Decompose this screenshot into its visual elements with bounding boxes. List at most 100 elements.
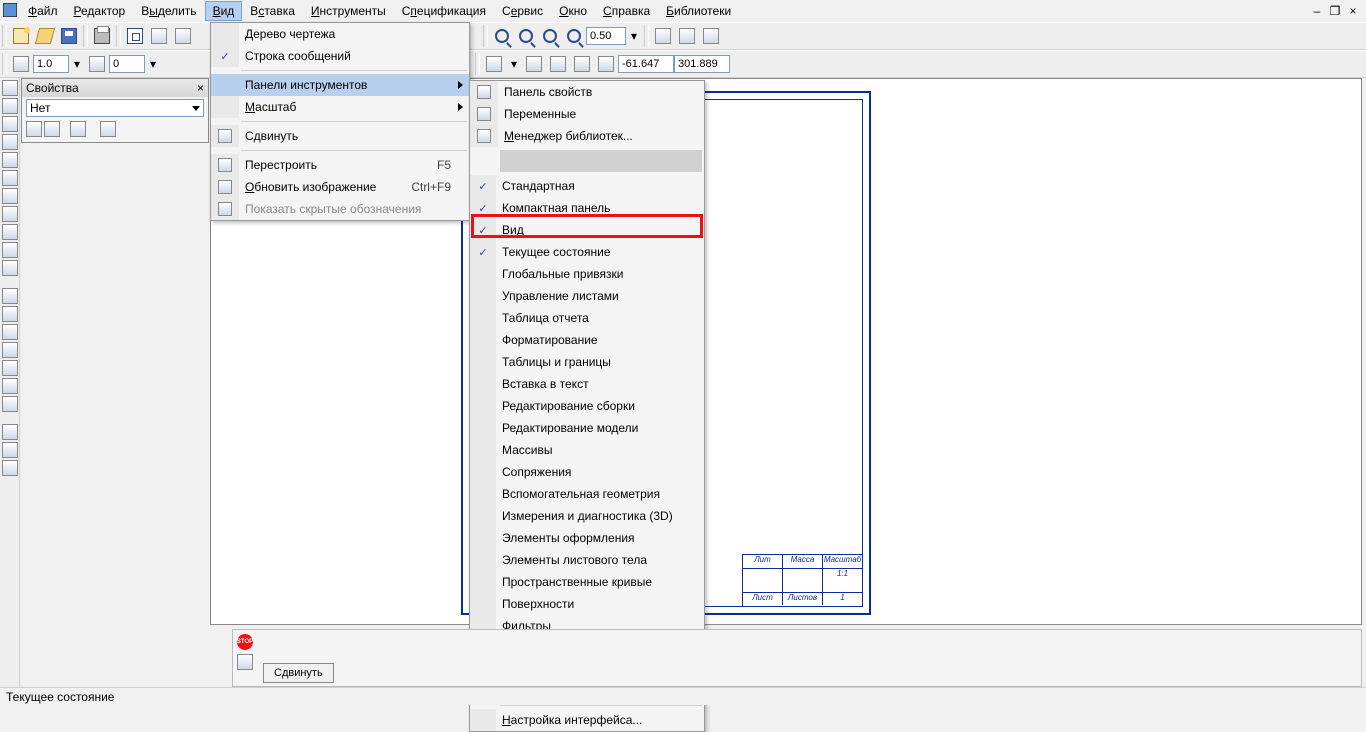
panelitem-таблица-отчета[interactable]: Таблица отчета — [470, 307, 704, 329]
zoom-in-button[interactable] — [515, 25, 537, 47]
vtool-param-icon[interactable] — [2, 170, 18, 186]
panelitem-форматирование[interactable]: Форматирование — [470, 329, 704, 351]
panelitem-глобальные-привязки[interactable]: Глобальные привязки — [470, 263, 704, 285]
zoom-input[interactable] — [586, 27, 626, 45]
panelitem-переменные[interactable]: Переменные — [470, 103, 704, 125]
close-button[interactable]: × — [1346, 4, 1360, 18]
vtool-assoc-icon[interactable] — [2, 306, 18, 322]
menuitem-масштаб[interactable]: Масштаб — [211, 96, 469, 118]
open-button[interactable] — [34, 25, 56, 47]
snap-ortho-button[interactable] — [523, 53, 545, 75]
zoom-dropdown[interactable]: ▾ — [627, 25, 641, 47]
print-button[interactable] — [91, 25, 113, 47]
move-button[interactable]: Сдвинуть — [263, 663, 334, 683]
menu-вид[interactable]: Вид — [205, 1, 243, 21]
vtool-views-icon[interactable] — [2, 288, 18, 304]
vtool-h-icon[interactable] — [2, 460, 18, 476]
prop-tool-1-icon[interactable] — [26, 121, 42, 137]
grid-button[interactable] — [10, 53, 32, 75]
tool-generic-2[interactable] — [172, 25, 194, 47]
panelitem-измерения-и-диагностика-3d-[interactable]: Измерения и диагностика (3D) — [470, 505, 704, 527]
prop-tool-3-icon[interactable] — [70, 121, 86, 137]
snap-round-button[interactable] — [547, 53, 569, 75]
prop-tool-2-icon[interactable] — [44, 121, 60, 137]
panelitem-панель-свойств[interactable]: Панель свойств — [470, 81, 704, 103]
stop-icon[interactable]: STOP — [237, 634, 253, 650]
step-dropdown[interactable]: ▾ — [146, 53, 160, 75]
step-input[interactable] — [109, 55, 145, 73]
panelitem-сопряжения[interactable]: Сопряжения — [470, 461, 704, 483]
menuitem-сдвинуть[interactable]: Сдвинуть — [211, 125, 469, 147]
menu-спецификация[interactable]: Спецификация — [394, 1, 494, 21]
vtool-desig-icon[interactable] — [2, 116, 18, 132]
panelitem-вставка-в-текст[interactable]: Вставка в текст — [470, 373, 704, 395]
scale-dropdown[interactable]: ▾ — [70, 53, 84, 75]
vtool-reports-icon[interactable] — [2, 242, 18, 258]
panelitem-компактная-панель[interactable]: Компактная панель — [470, 197, 704, 219]
panelitem-стандартная[interactable]: Стандартная — [470, 175, 704, 197]
properties-combo[interactable]: Нет — [26, 99, 204, 117]
snap-grid-dropdown[interactable]: ▾ — [507, 53, 521, 75]
panelitem-менеджер-библиотек-[interactable]: Менеджер библиотек... — [470, 125, 704, 147]
new-button[interactable] — [10, 25, 32, 47]
restore-button[interactable]: ❐ — [1328, 4, 1342, 18]
menu-вставка[interactable]: Вставка — [242, 1, 303, 21]
rebuild-button[interactable] — [676, 25, 698, 47]
vtool-dim-icon[interactable] — [2, 98, 18, 114]
menuitem-панели-инструментов[interactable]: Панели инструментов — [211, 74, 469, 96]
panelitem-редактирование-модели[interactable]: Редактирование модели — [470, 417, 704, 439]
vtool-f-icon[interactable] — [2, 424, 18, 440]
coord-xy-button[interactable] — [595, 53, 617, 75]
vtool-insert-icon[interactable] — [2, 260, 18, 276]
vtool-e-icon[interactable] — [2, 396, 18, 412]
menuitem-перестроить[interactable]: ПерестроитьF5 — [211, 154, 469, 176]
panelitem-редактирование-сборки[interactable]: Редактирование сборки — [470, 395, 704, 417]
menu-библиотеки[interactable]: Библиотеки — [658, 1, 739, 21]
zoom-window-button[interactable] — [491, 25, 513, 47]
properties-close-button[interactable]: × — [193, 81, 208, 95]
panelitem-вспомогательная-геометрия[interactable]: Вспомогательная геометрия — [470, 483, 704, 505]
vtool-spec-icon[interactable] — [2, 224, 18, 240]
snap-grid-button[interactable] — [483, 53, 505, 75]
menu-справка[interactable]: Справка — [595, 1, 658, 21]
vtool-text-icon[interactable] — [2, 134, 18, 150]
refresh-button[interactable] — [700, 25, 722, 47]
panelitem-массивы[interactable]: Массивы — [470, 439, 704, 461]
coord-x[interactable] — [618, 55, 674, 73]
vtool-g-icon[interactable] — [2, 442, 18, 458]
vtool-select-icon[interactable] — [2, 206, 18, 222]
panelitem-пространственные-кривые[interactable]: Пространственные кривые — [470, 571, 704, 593]
panelitem-вид[interactable]: Вид — [470, 219, 704, 241]
zoom-out-button[interactable] — [539, 25, 561, 47]
snap-local-button[interactable] — [571, 53, 593, 75]
zoom-fit-button[interactable] — [563, 25, 585, 47]
pan-button[interactable] — [652, 25, 674, 47]
menu-файл[interactable]: Файл — [20, 1, 66, 21]
layer-button[interactable] — [86, 53, 108, 75]
vtool-d-icon[interactable] — [2, 378, 18, 394]
menu-окно[interactable]: Окно — [551, 1, 595, 21]
panelitem-элементы-оформления[interactable]: Элементы оформления — [470, 527, 704, 549]
coord-y[interactable] — [674, 55, 730, 73]
preview-button[interactable] — [124, 25, 146, 47]
tool-generic-1[interactable] — [148, 25, 170, 47]
menu-выделить[interactable]: Выделить — [133, 1, 204, 21]
panelitem-управление-листами[interactable]: Управление листами — [470, 285, 704, 307]
menuitem-обновить-изображение[interactable]: Обновить изображениеCtrl+F9 — [211, 176, 469, 198]
menu-сервис[interactable]: Сервис — [494, 1, 551, 21]
vtool-a-icon[interactable] — [2, 324, 18, 340]
panelitem-таблицы-и-границы[interactable]: Таблицы и границы — [470, 351, 704, 373]
panelitem-настройка-интерфейса-[interactable]: Настройка интерфейса... — [470, 709, 704, 731]
menu-инструменты[interactable]: Инструменты — [303, 1, 394, 21]
menu-редактор[interactable]: Редактор — [66, 1, 134, 21]
help-icon[interactable] — [237, 654, 253, 670]
vtool-b-icon[interactable] — [2, 342, 18, 358]
menuitem-строка-сообщений[interactable]: Строка сообщений — [211, 45, 469, 67]
save-button[interactable] — [58, 25, 80, 47]
minimize-button[interactable]: – — [1310, 4, 1324, 18]
vtool-geometry-icon[interactable] — [2, 80, 18, 96]
scale-input[interactable] — [33, 55, 69, 73]
panelitem-текущее-состояние[interactable]: Текущее состояние — [470, 241, 704, 263]
menuitem-дерево-чертежа[interactable]: Дерево чертежа — [211, 23, 469, 45]
prop-help-icon[interactable] — [100, 121, 116, 137]
